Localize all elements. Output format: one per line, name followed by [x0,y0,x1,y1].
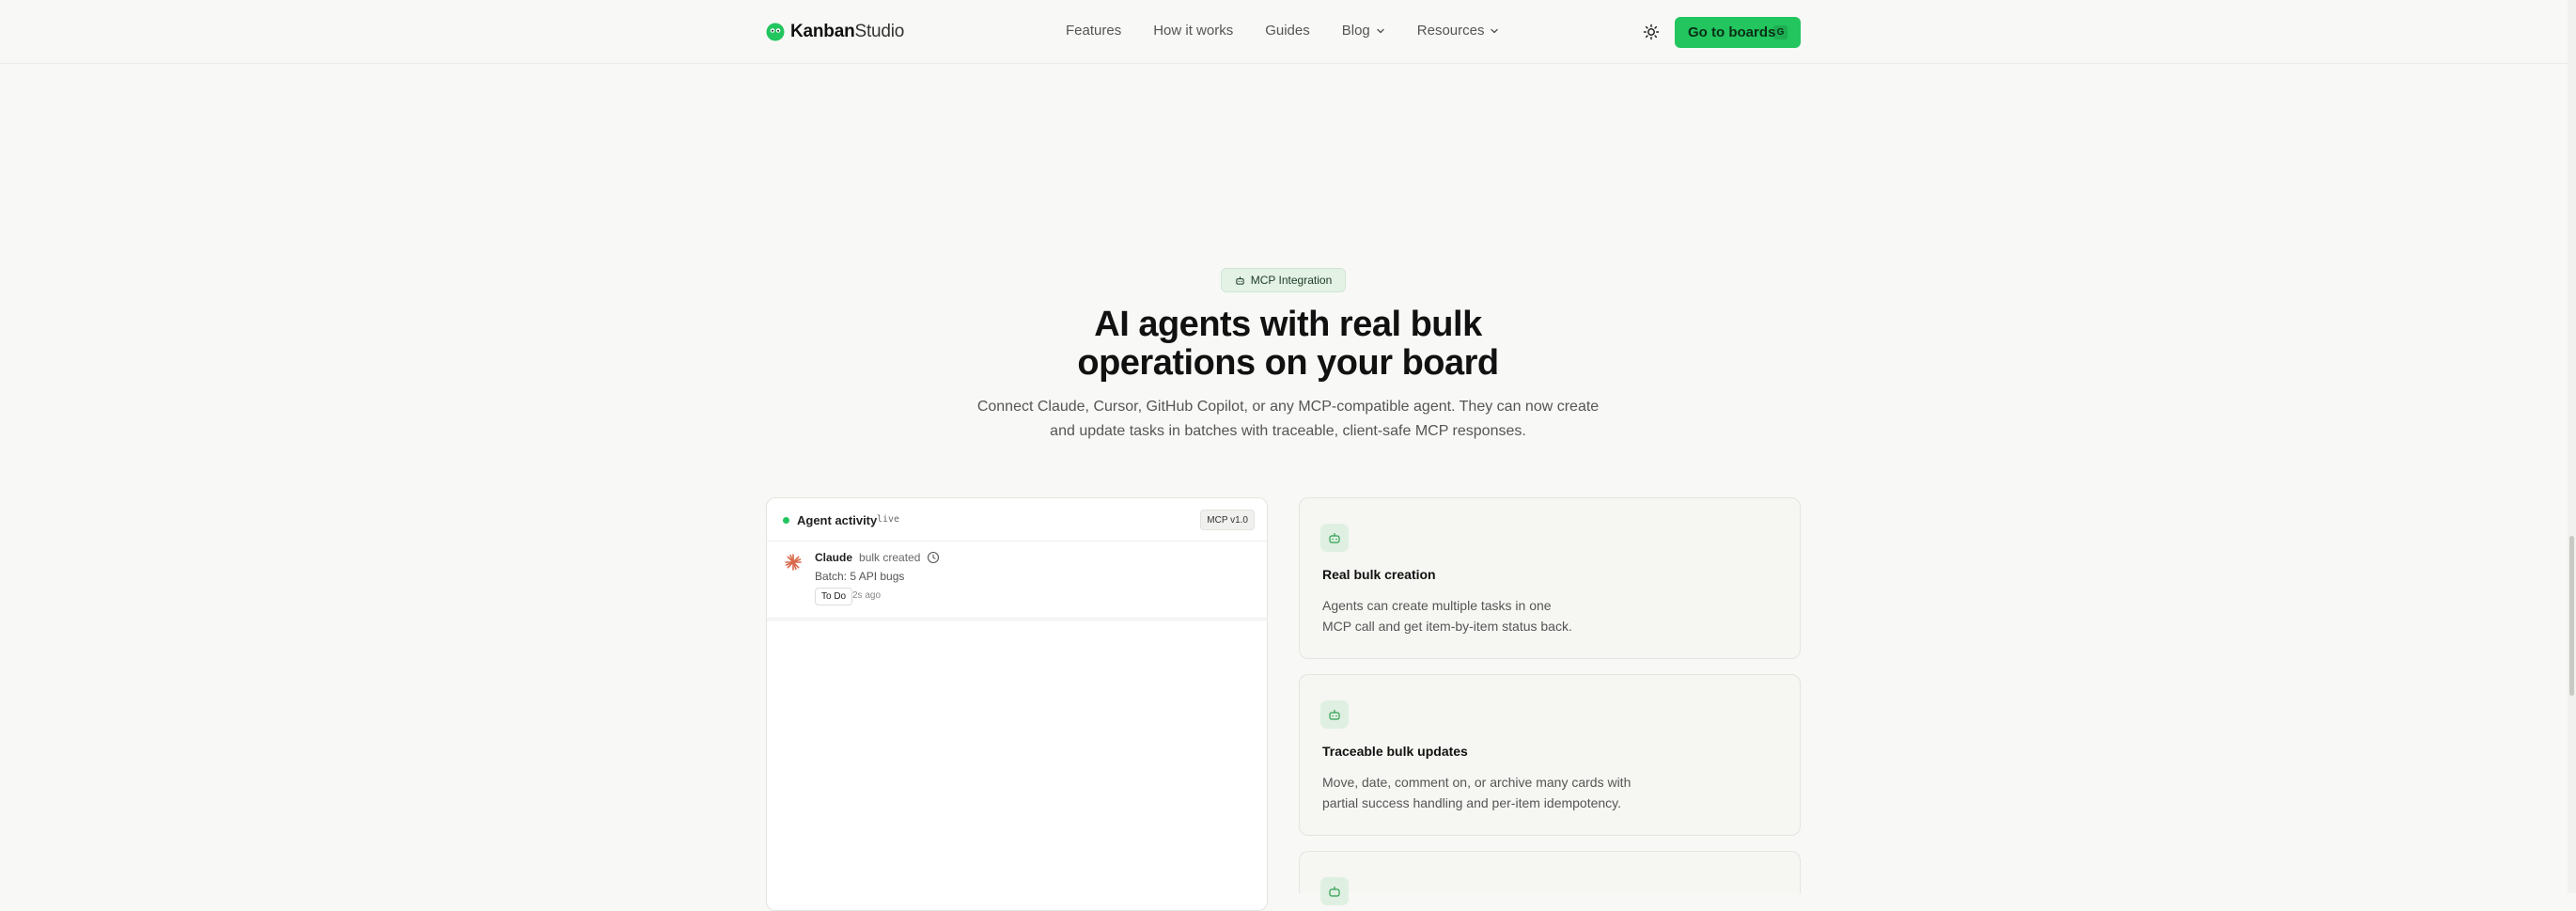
feature-icon-container [1320,524,1349,552]
brand-name: KanbanStudio [790,22,904,42]
feature-description-line: Agents can create multiple tasks in one [1322,598,1552,613]
nav-link-guides[interactable]: Guides [1265,23,1310,39]
bot-icon [1329,710,1340,720]
feature-description-line: Move, date, comment on, or archive many … [1322,775,1631,790]
page-title-line-1: AI agents with real bulk [1094,305,1482,344]
chevron-down-icon [1491,28,1499,33]
agent-name: Claude [815,551,853,564]
feature-description: Move, date, comment on, or archive many … [1322,772,1661,813]
chevron-down-icon [1377,28,1384,33]
top-nav: KanbanStudio Features How it works Guide… [0,0,2576,64]
go-to-boards-button[interactable]: Go to boards G [1675,17,1801,48]
brand-logo[interactable]: KanbanStudio [766,20,904,44]
page-subtitle-line-2: and update tasks in batches with traceab… [1050,423,1526,439]
activity-action: bulk created [859,551,921,564]
nav-link-blog[interactable]: Blog [1342,23,1385,39]
badge-label: MCP Integration [1250,274,1333,287]
feature-description-line: partial success handling and per-item id… [1322,795,1622,810]
bot-icon [1329,533,1340,543]
feature-card-third [1299,851,1801,905]
kanbanstudio-logo-icon [766,23,785,41]
page-title: AI agents with real bulk operations on y… [0,306,2576,383]
feature-title: Traceable bulk updates [1322,744,1468,759]
claude-avatar-icon [785,554,802,571]
feature-description-line: MCP call and get item-by-item status bac… [1322,619,1572,634]
status-badge: To Do [815,588,853,605]
feature-card-real-bulk-creation: Real bulk creation Agents can create mul… [1299,497,1801,659]
nav-link-label: Blog [1341,23,1370,39]
clock-icon[interactable] [927,551,940,564]
nav-link-label: Guides [1265,23,1310,39]
nav-link-label: How it works [1153,23,1234,39]
feature-icon-container [1320,700,1349,729]
mcp-integration-badge: MCP Integration [1221,268,1346,292]
nav-link-label: Features [1066,23,1122,39]
brand-name-light: Studio [854,22,905,41]
page-title-line-2: operations on your board [1077,343,1499,383]
page-subtitle-line-1: Connect Claude, Cursor, GitHub Copilot, … [976,399,1600,415]
nav-link-resources[interactable]: Resources [1417,23,1500,39]
feature-icon-container [1320,877,1349,905]
activity-detail: Batch: 5 API bugs [815,570,905,583]
brand-name-bold: Kanban [790,22,855,41]
activity-timestamp: 2s ago [852,590,882,601]
keyboard-shortcut-badge: G [1773,25,1788,39]
main-nav: Features How it works Guides Blog Resour… [1066,23,1531,39]
nav-link-features[interactable]: Features [1066,23,1121,39]
scrollbar-thumb[interactable] [2569,536,2574,696]
feature-card-traceable-bulk-updates: Traceable bulk updates Move, date, comme… [1299,674,1801,836]
bot-icon [1236,275,1244,285]
activity-headline: Claude bulk created [815,551,940,564]
nav-link-label: Resources [1416,23,1485,39]
go-to-boards-label: Go to boards [1688,24,1776,40]
activity-item-content: Claude bulk created Batch: 5 API bugs To… [766,497,1268,620]
page-subtitle: Connect Claude, Cursor, GitHub Copilot, … [0,395,2576,444]
feature-description: Agents can create multiple tasks in one … [1322,595,1661,636]
page-scrollbar[interactable] [2568,0,2576,893]
divider [766,618,1268,619]
sun-icon[interactable] [1642,23,1661,41]
feature-title: Real bulk creation [1322,567,1436,582]
bot-icon [1329,887,1340,897]
nav-link-how-it-works[interactable]: How it works [1153,23,1233,39]
